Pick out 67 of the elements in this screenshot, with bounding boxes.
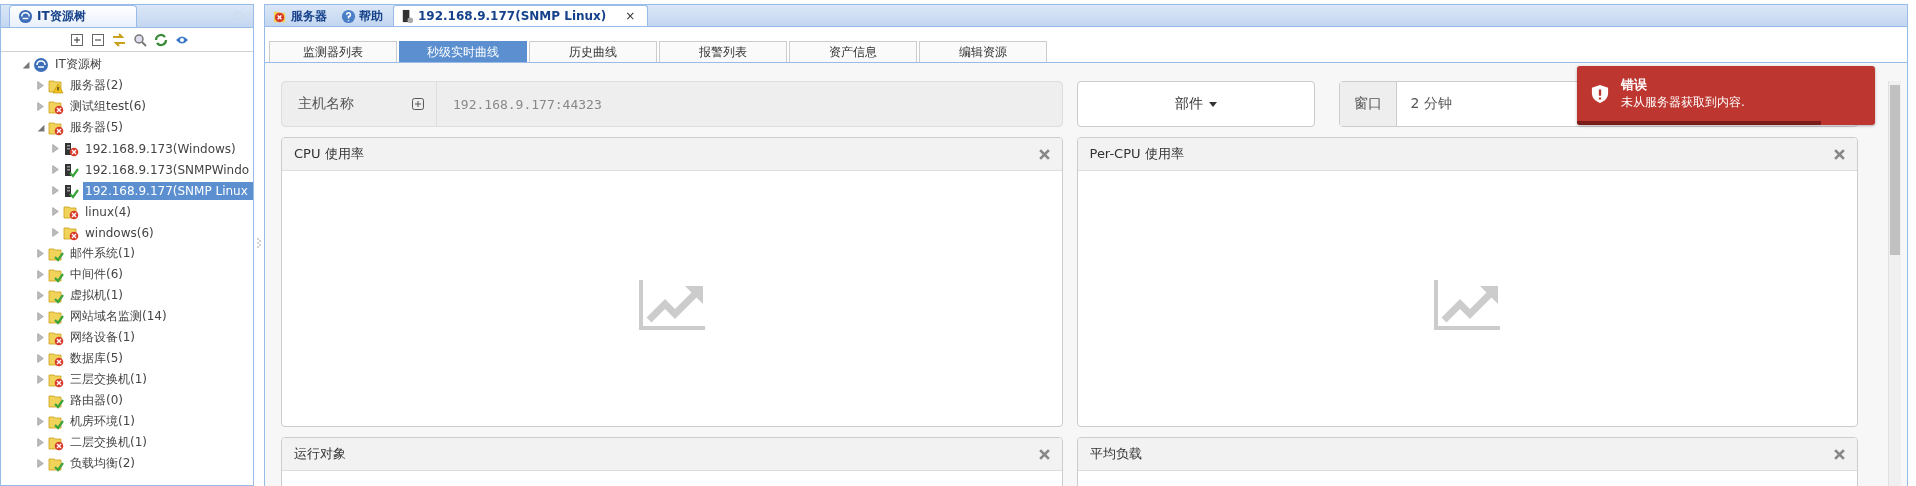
- collapsed-arrow-icon[interactable]: [50, 186, 60, 195]
- tree-item[interactable]: 网站域名监测(14): [68, 306, 253, 327]
- collapsed-arrow-icon[interactable]: [35, 354, 45, 363]
- component-dropdown[interactable]: 部件: [1076, 81, 1315, 127]
- tree-item[interactable]: 二层交换机(1): [68, 432, 253, 453]
- close-icon[interactable]: [1038, 448, 1050, 460]
- tree-item[interactable]: 机房环境(1): [68, 411, 253, 432]
- tree-item[interactable]: 邮件系统(1): [68, 243, 253, 264]
- document-tab[interactable]: 192.168.9.177(SNMP Linux) ×: [393, 5, 649, 26]
- view-tab[interactable]: 资产信息: [789, 41, 917, 62]
- close-icon[interactable]: [1834, 148, 1845, 160]
- tree-item[interactable]: 服务器(5): [68, 117, 253, 138]
- tree-item[interactable]: 网络设备(1): [68, 327, 253, 348]
- view-tab[interactable]: 报警列表: [659, 41, 787, 62]
- close-icon[interactable]: [1038, 148, 1050, 160]
- close-icon[interactable]: [1834, 448, 1845, 460]
- tree-item[interactable]: 路由器(0): [68, 390, 253, 411]
- scrollbar[interactable]: [1888, 81, 1901, 486]
- view-tab[interactable]: 历史曲线: [529, 41, 657, 62]
- collapsed-arrow-icon[interactable]: [50, 207, 60, 216]
- tree-item[interactable]: 192.168.9.173(Windows): [83, 139, 253, 158]
- collapsed-arrow-icon[interactable]: [35, 312, 45, 321]
- view-tab[interactable]: 编辑资源: [919, 41, 1047, 62]
- tree-item[interactable]: 负载均衡(2): [68, 453, 253, 474]
- collapsed-arrow-icon[interactable]: [35, 375, 45, 384]
- splitter-grip-icon[interactable]: [257, 238, 261, 248]
- tree-item[interactable]: 虚拟机(1): [68, 285, 253, 306]
- server-icon: [400, 8, 415, 24]
- tree-item[interactable]: 数据库(5): [68, 348, 253, 369]
- tree-item[interactable]: 三层交换机(1): [68, 369, 253, 390]
- tree-item[interactable]: 中间件(6): [68, 264, 253, 285]
- view-tab[interactable]: 监测器列表: [269, 41, 397, 62]
- collapsed-arrow-icon[interactable]: [35, 81, 45, 90]
- close-tab-button[interactable]: ×: [623, 9, 638, 23]
- collapsed-arrow-icon[interactable]: [35, 333, 45, 342]
- collapsed-arrow-icon[interactable]: [50, 228, 60, 237]
- swap-arrows-icon[interactable]: [112, 33, 126, 47]
- collapsed-arrow-icon[interactable]: [35, 459, 45, 468]
- panel-title: IT资源树: [37, 8, 86, 25]
- search-icon[interactable]: [133, 33, 147, 47]
- help-icon: [341, 8, 356, 24]
- card-title: Per-CPU 使用率: [1089, 145, 1184, 163]
- document-tab[interactable]: 帮助: [337, 6, 389, 26]
- collapsed-arrow-icon[interactable]: [35, 438, 45, 447]
- caret-icon: [1208, 101, 1217, 107]
- collapsed-arrow-icon[interactable]: [35, 291, 45, 300]
- expand-all-icon[interactable]: [70, 33, 84, 47]
- document-tab[interactable]: 服务器: [269, 6, 333, 26]
- tree-item[interactable]: linux(4): [83, 202, 253, 221]
- globe-icon: [33, 56, 49, 73]
- tree-item[interactable]: 测试组test(6): [68, 96, 253, 117]
- tree-item[interactable]: 服务器(2): [68, 75, 253, 96]
- tree-item[interactable]: windows(6): [83, 223, 253, 242]
- collapse-all-icon[interactable]: [91, 33, 105, 47]
- globe-icon: [18, 9, 33, 24]
- tree-item[interactable]: 192.168.9.173(SNMPWindo: [83, 160, 253, 179]
- card-title: 运行对象: [294, 445, 346, 463]
- card-title: 平均负载: [1089, 445, 1142, 463]
- card-title: CPU 使用率: [294, 145, 364, 163]
- collapsed-arrow-icon[interactable]: [35, 249, 45, 258]
- collapsed-arrow-icon[interactable]: [35, 417, 45, 426]
- collapsed-arrow-icon[interactable]: [50, 144, 60, 153]
- collapsed-arrow-icon[interactable]: [35, 270, 45, 279]
- refresh-icon[interactable]: [154, 33, 168, 47]
- collapsed-arrow-icon[interactable]: [50, 165, 60, 174]
- tree-item[interactable]: IT资源树: [53, 54, 253, 75]
- collapsed-arrow-icon[interactable]: [35, 102, 45, 111]
